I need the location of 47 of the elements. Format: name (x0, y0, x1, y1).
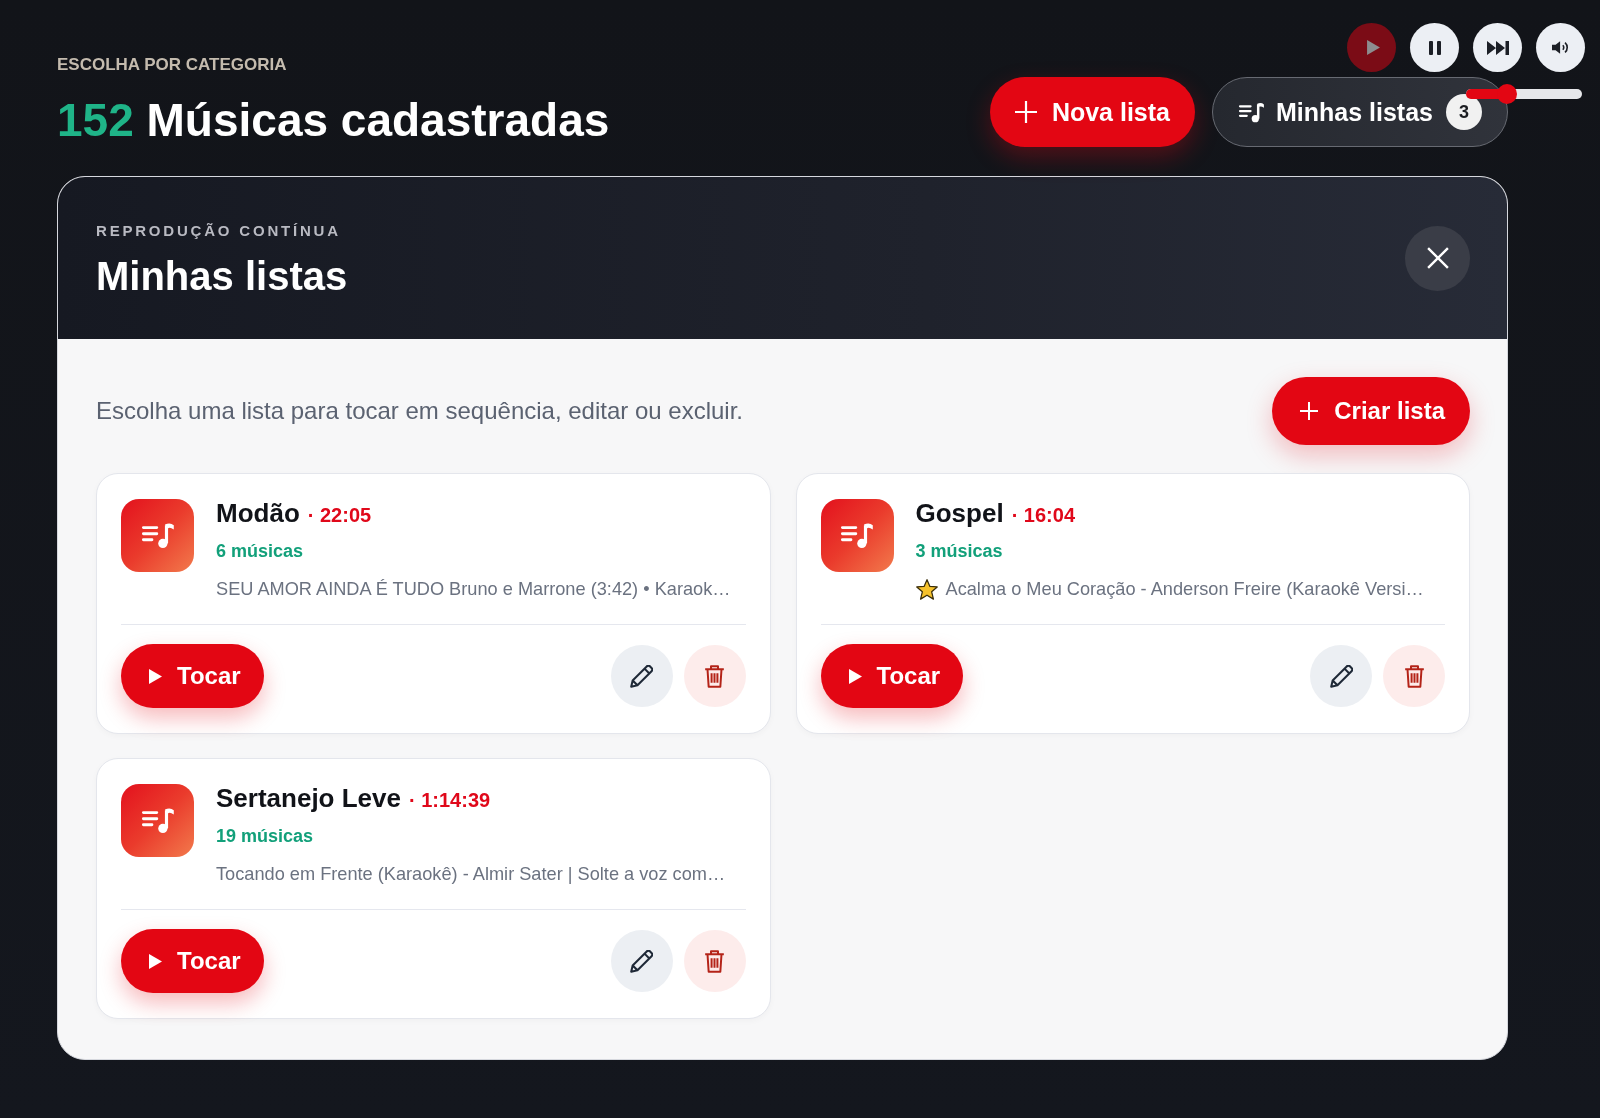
play-icon (149, 953, 162, 969)
play-button[interactable]: Tocar (121, 644, 264, 708)
pause-button[interactable] (1410, 23, 1459, 72)
playlist-name: Gospel (915, 499, 1004, 527)
new-list-button[interactable]: Nova lista (989, 77, 1195, 147)
dialog-title: Minhas listas (96, 253, 348, 300)
playlist-duration: · 1:14:39 (409, 789, 491, 812)
playlist-name: Modão (216, 499, 300, 527)
pencil-icon (1329, 664, 1353, 688)
song-preview: SEU AMOR AINDA É TUDO Bruno e Marrone (3:42) • Karaok… (216, 578, 731, 601)
song-count: 6 músicas (216, 540, 304, 562)
playlist-icon (121, 499, 194, 572)
plus-icon (1014, 101, 1037, 123)
song-count: 19 músicas (216, 825, 314, 847)
play-button[interactable]: Tocar (121, 929, 264, 993)
dialog-subtitle: REPRODUÇÃO CONTÍNUA (96, 222, 341, 240)
plus-icon (1300, 402, 1319, 420)
skip-forward-icon (1486, 40, 1509, 55)
playlist-name: Sertanejo Leve (216, 784, 401, 812)
close-icon (1426, 247, 1449, 269)
trash-icon (1403, 664, 1425, 688)
next-button[interactable] (1473, 23, 1522, 72)
trash-icon (704, 664, 725, 688)
play-icon (848, 668, 862, 684)
count-badge: 3 (1446, 94, 1482, 130)
song-count: 3 músicas (915, 540, 1003, 562)
pencil-icon (630, 664, 653, 688)
playlist-icon (820, 499, 894, 572)
pencil-icon (630, 949, 653, 973)
create-list-button[interactable]: Criar lista (1272, 377, 1470, 445)
playlist-icon (121, 784, 194, 857)
category-label: ESCOLHA POR CATEGORIA (57, 55, 287, 75)
page-title: 152 Músicas cadastradas (57, 93, 610, 148)
trash-icon (704, 949, 725, 973)
volume-button[interactable] (1536, 23, 1585, 72)
my-lists-button[interactable]: Minhas listas 3 (1212, 77, 1508, 147)
dialog-description: Escolha uma lista para tocar em sequência, editar ou excluir. (96, 396, 743, 426)
play-icon (1366, 40, 1380, 55)
playlist-duration: · 16:04 (1011, 504, 1075, 527)
playlist-duration: · 22:05 (307, 504, 372, 527)
play-icon (149, 668, 162, 684)
pause-icon (1428, 40, 1441, 55)
playlist-icon (1238, 101, 1265, 123)
song-preview: Tocando em Frente (Karaokê) - Almir Sater | Solte a voz com… (216, 863, 726, 886)
volume-icon (1551, 40, 1570, 55)
song-preview: Acalma o Meu Coração - Anderson Freire (Karaokê Versi… (945, 578, 1424, 601)
play-button[interactable]: Tocar (820, 644, 964, 708)
